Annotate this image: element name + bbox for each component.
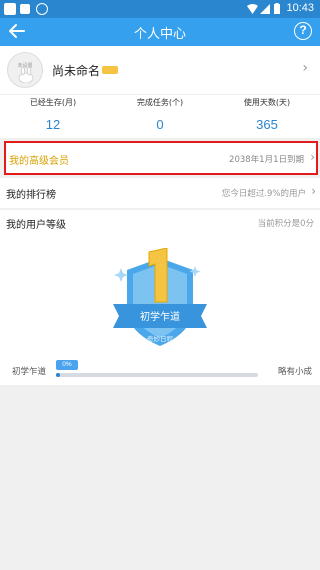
user-level-label: 我的用户等级 [6,220,66,231]
chevron-right-icon: › [311,184,316,198]
level-progress-bar [56,373,258,377]
ranking-label: 我的排行榜 [6,190,56,201]
next-level-name: 略有小成 [277,367,312,377]
vip-badge-icon [102,66,118,74]
profile-row[interactable]: 未设置 尚未命名 › [0,46,320,94]
clock: 10:43 [286,2,314,14]
stat-days-used: 使用天数(天) 365 [214,95,320,139]
premium-membership-label: 我的高级会员 [9,156,69,167]
signal-icon [260,4,270,14]
status-bar: 10:43 [0,0,320,18]
stat-label: 使用天数(天) [243,98,291,107]
chevron-right-icon: › [310,150,315,164]
membership-expiry: 2038年1月1日到期 [229,155,304,165]
ranking-row[interactable]: 我的排行榜 您今日超过.9%的用户 › [0,178,320,208]
stat-tasks-completed: 完成任务(个) 0 [107,95,213,139]
sync-icon [36,3,48,15]
badge-subtitle: 奇妙日程 [147,334,174,343]
stat-value: 365 [256,117,278,132]
wifi-icon [247,4,258,14]
page-title: 个人中心 [133,27,186,42]
premium-membership-row[interactable]: 我的高级会员 2038年1月1日到期 › [4,141,318,175]
stat-value: 12 [45,117,61,132]
app-notification-icon [4,3,16,15]
stat-value: 0 [156,117,164,132]
stat-months-alive: 已经生存(月) 12 [0,95,106,139]
chevron-right-icon: › [302,60,308,76]
stats-row: 已经生存(月) 12 完成任务(个) 0 使用天数(天) 365 [0,94,320,138]
stat-label: 完成任务(个) [136,98,184,107]
username: 尚未命名 [52,64,101,78]
avatar[interactable]: 未设置 [7,52,43,88]
empty-background [0,385,320,570]
user-level-panel: 我的用户等级 当前积分是0分 初学乍道 奇妙日程 初学乍道 0% 略有小成 [0,210,320,385]
level-progress-fill [56,373,61,377]
app-header: 个人中心 ? [0,18,320,46]
ranking-summary: 您今日超过.9%的用户 [221,189,306,199]
badge-title: 初学乍道 [140,310,180,323]
level-badge-icon: 初学乍道 奇妙日程 [113,248,207,346]
rabbit-icon [18,67,34,83]
square-notification-icon [20,4,30,14]
help-icon[interactable]: ? [294,22,312,40]
progress-percent-tag: 0% [56,360,78,370]
current-points: 当前积分是0分 [257,219,314,229]
stat-label: 已经生存(月) [29,98,77,107]
current-level-name: 初学乍道 [12,367,47,377]
battery-icon [274,3,280,14]
